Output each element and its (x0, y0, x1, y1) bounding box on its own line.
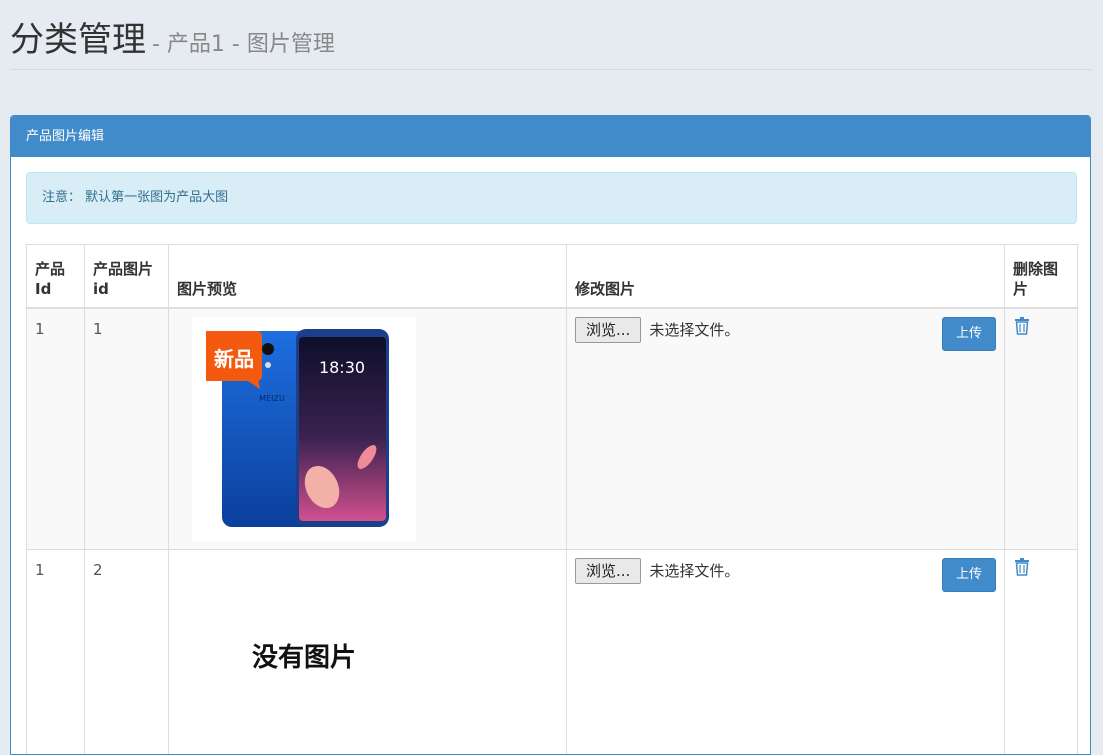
phone-time: 18:30 (319, 358, 365, 377)
image-table: 产品Id 产品图片id 图片预览 修改图片 删除图片 1 1 MEIZU 18:… (26, 244, 1078, 754)
no-image-text: 没有图片 (251, 642, 356, 673)
col-image-id: 产品图片id (84, 244, 169, 309)
panel-heading: 产品图片编辑 (11, 116, 1090, 157)
col-preview: 图片预览 (168, 244, 567, 309)
notice-alert: 注意： 默认第一张图为产品大图 (26, 172, 1077, 224)
trash-icon[interactable] (1015, 557, 1029, 576)
page-title: 分类管理 - 产品1 - 图片管理 (10, 14, 1093, 71)
cell-product-id: 1 (26, 548, 85, 754)
browse-button[interactable]: 浏览... (575, 557, 642, 584)
table-header-row: 产品Id 产品图片id 图片预览 修改图片 删除图片 (26, 244, 1078, 309)
page-title-text: 分类管理 (10, 20, 146, 60)
trash-icon[interactable] (1015, 316, 1029, 335)
col-product-id: 产品Id (26, 244, 85, 309)
cell-edit: 浏览... 未选择文件。 上传 (566, 548, 1005, 754)
cell-delete (1004, 548, 1078, 754)
upload-button[interactable]: 上传 (942, 557, 996, 592)
cell-image-id: 1 (84, 307, 169, 550)
page-subtitle: - 产品1 - 图片管理 (152, 32, 335, 57)
browse-button[interactable]: 浏览... (575, 316, 642, 343)
file-status: 未选择文件。 (649, 320, 740, 339)
col-delete: 删除图片 (1004, 244, 1078, 309)
image-edit-panel: 产品图片编辑 注意： 默认第一张图为产品大图 产品Id 产品图片id 图片预览 … (10, 115, 1091, 755)
table-row: 1 2 没有图片 浏览... 未选择文件。 上传 (26, 548, 1078, 754)
file-status: 未选择文件。 (649, 561, 740, 580)
phone-image: MEIZU 18:30 新品 (206, 328, 389, 527)
file-input[interactable]: 浏览... 未选择文件。 (575, 316, 996, 343)
file-input[interactable]: 浏览... 未选择文件。 (575, 557, 996, 584)
cell-image-id: 2 (84, 548, 169, 754)
product-image-preview: MEIZU 18:30 新品 (192, 316, 416, 541)
cell-preview: 没有图片 (168, 548, 567, 754)
cell-preview: MEIZU 18:30 新品 (168, 307, 567, 550)
table-row: 1 1 MEIZU 18:30 新品 浏览... 未选择文件。 上传 (26, 307, 1078, 550)
cell-edit: 浏览... 未选择文件。 上传 (566, 307, 1005, 550)
cell-delete (1004, 307, 1078, 550)
new-badge: 新品 (214, 347, 254, 371)
col-edit: 修改图片 (566, 244, 1005, 309)
page-header: 分类管理 - 产品1 - 图片管理 (10, 14, 1093, 70)
phone-brand: MEIZU (259, 394, 285, 403)
upload-button[interactable]: 上传 (942, 316, 996, 351)
cell-product-id: 1 (26, 307, 85, 550)
